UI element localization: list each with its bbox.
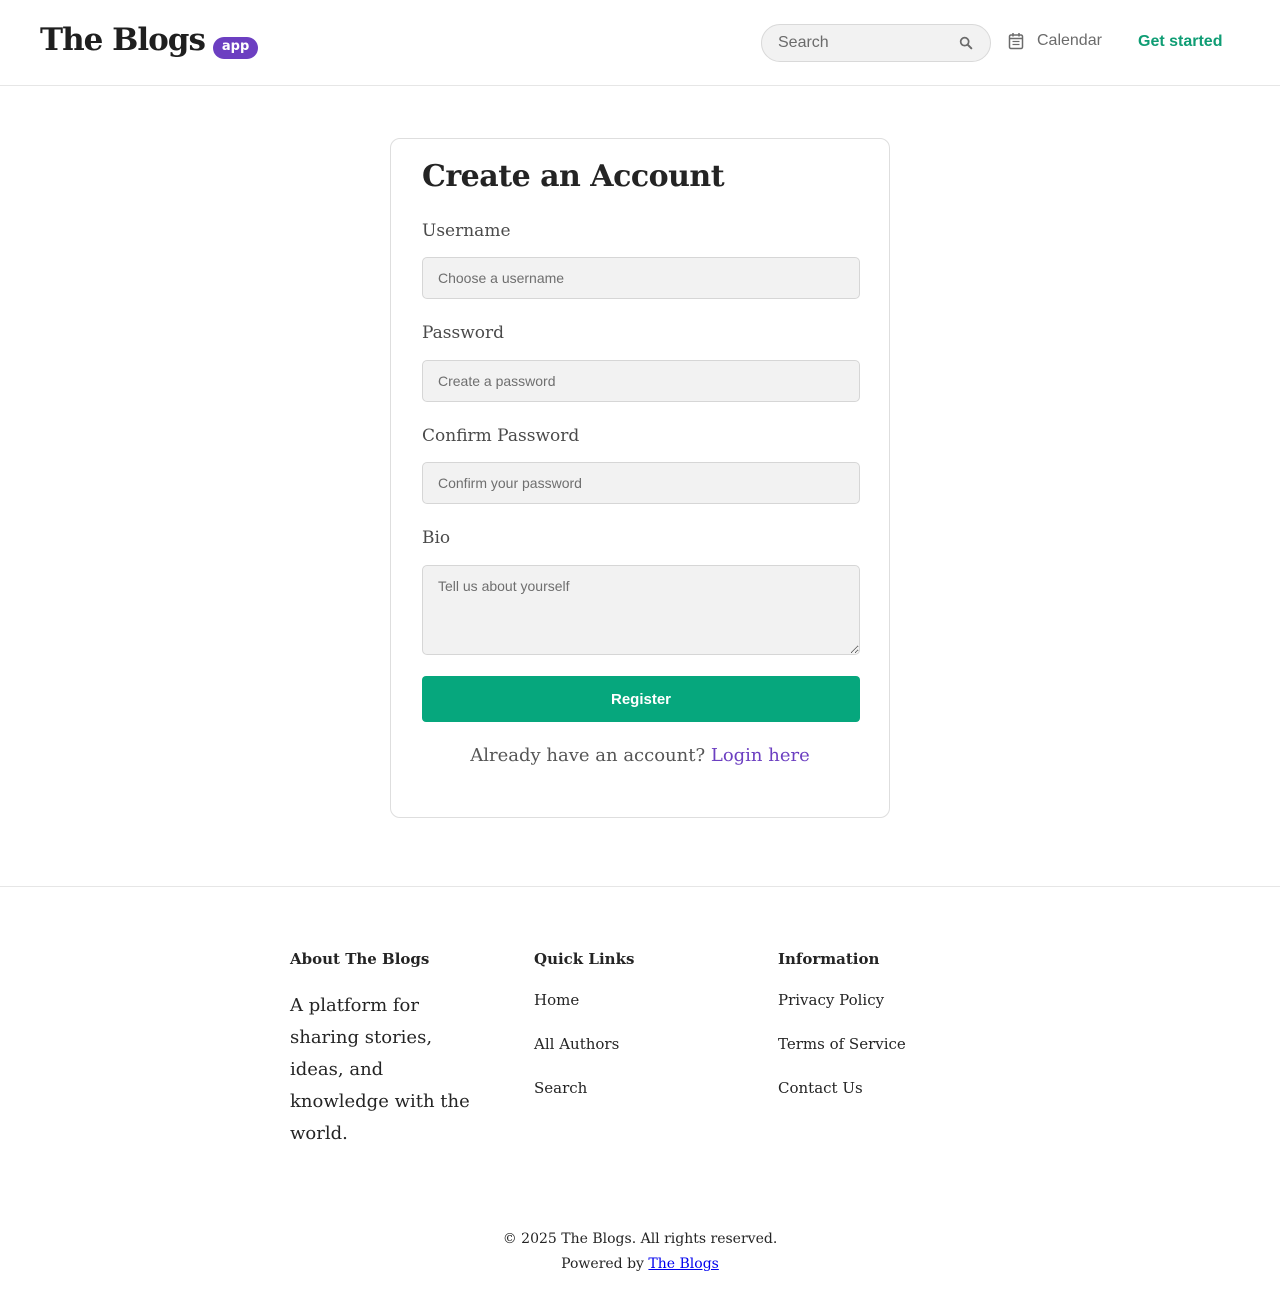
footer-quick-links: Quick Links Home All Authors Search — [534, 950, 734, 1122]
footer-link-home[interactable]: Home — [534, 991, 579, 1009]
confirm-password-label: Confirm Password — [422, 426, 580, 446]
get-started-link[interactable]: Get started — [1138, 33, 1222, 51]
footer-divider — [0, 886, 1280, 887]
footer-about: About The Blogs A platform for sharing s… — [290, 950, 490, 1150]
powered-by-text: Powered by — [561, 1256, 644, 1272]
username-label: Username — [422, 221, 511, 241]
footer-info-title: Information — [778, 950, 880, 968]
page-title: Create an Account — [422, 159, 725, 194]
bio-textarea[interactable] — [422, 565, 860, 655]
login-link[interactable]: Login here — [711, 745, 810, 766]
powered-by-link[interactable]: The Blogs — [648, 1256, 718, 1272]
bio-label: Bio — [422, 528, 451, 548]
search-box — [761, 24, 991, 62]
username-input[interactable] — [422, 257, 860, 299]
site-header: The Blogs app Calendar Get started — [0, 0, 1280, 86]
footer-quick-title: Quick Links — [534, 950, 635, 968]
footer-about-text: A platform for sharing stories, ideas, a… — [290, 995, 470, 1144]
login-prompt-text: Already have an account? — [470, 745, 706, 766]
logo-text: The Blogs — [40, 22, 206, 58]
register-button[interactable]: Register — [422, 676, 860, 722]
footer-about-title: About The Blogs — [290, 950, 430, 968]
site-logo[interactable]: The Blogs app — [40, 20, 259, 60]
footer-link-terms[interactable]: Terms of Service — [778, 1035, 906, 1053]
copyright-text: © 2025 The Blogs. All rights reserved. — [502, 1231, 778, 1247]
footer-link-all-authors[interactable]: All Authors — [534, 1035, 619, 1053]
confirm-password-input[interactable] — [422, 462, 860, 504]
password-input[interactable] — [422, 360, 860, 402]
search-input[interactable] — [778, 25, 948, 61]
footer-information: Information Privacy Policy Terms of Serv… — [778, 950, 978, 1122]
calendar-label: Calendar — [1037, 32, 1102, 49]
footer-link-search[interactable]: Search — [534, 1079, 587, 1097]
footer-link-contact[interactable]: Contact Us — [778, 1079, 863, 1097]
search-icon[interactable] — [958, 35, 974, 51]
password-label: Password — [422, 323, 505, 343]
logo-badge: app — [212, 37, 259, 59]
powered-by: Powered by The Blogs — [0, 1252, 1280, 1277]
footer-link-privacy[interactable]: Privacy Policy — [778, 991, 884, 1009]
register-card: Create an Account Username Password Conf… — [390, 138, 890, 818]
login-prompt: Already have an account? Login here — [391, 745, 889, 766]
calendar-icon — [1008, 33, 1024, 50]
calendar-link[interactable]: Calendar — [1008, 32, 1102, 50]
copyright-block: © 2025 The Blogs. All rights reserved. P… — [0, 1227, 1280, 1277]
